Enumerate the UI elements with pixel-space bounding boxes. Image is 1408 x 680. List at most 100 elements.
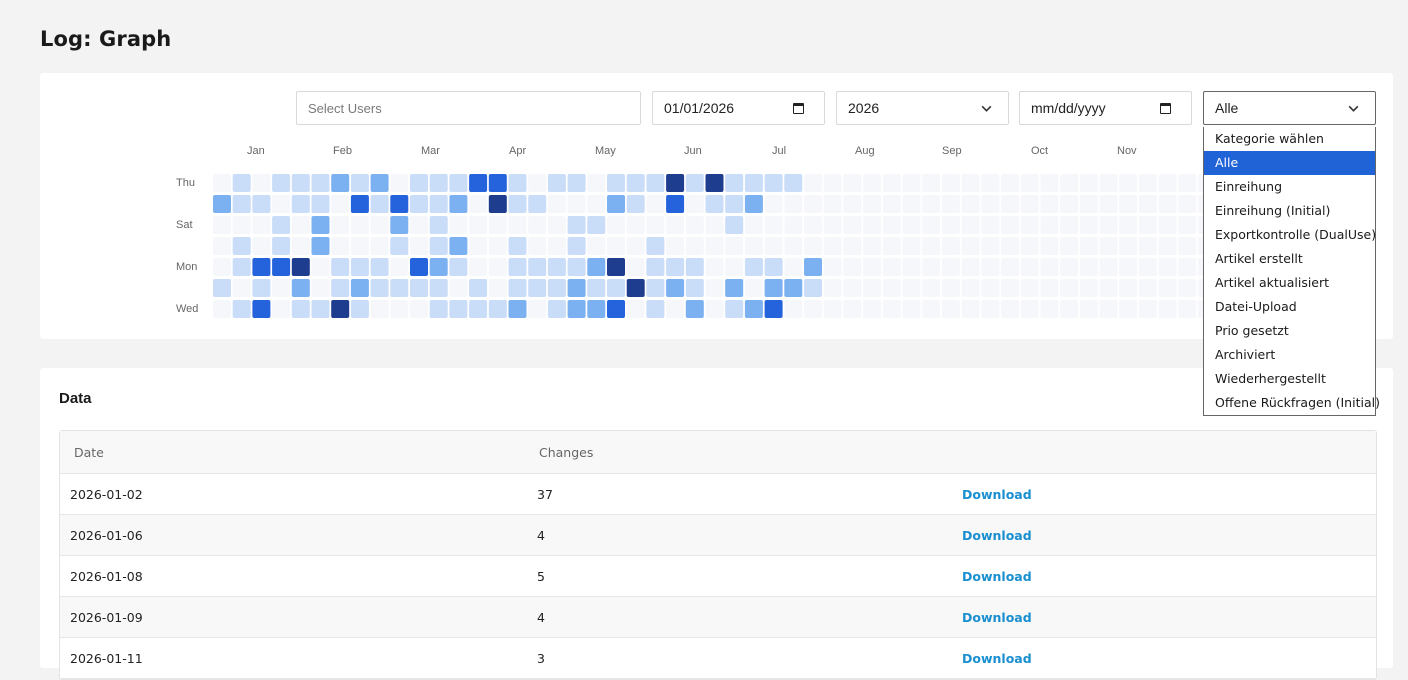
heatmap-cell xyxy=(744,174,763,192)
download-link[interactable]: Download xyxy=(962,487,1032,502)
column-header-date: Date xyxy=(74,445,104,460)
heatmap-cell xyxy=(528,258,547,276)
heatmap-cell xyxy=(567,258,586,276)
heatmap-cell xyxy=(213,279,231,297)
heatmap-cell xyxy=(902,279,921,297)
heatmap-cell xyxy=(804,174,822,192)
heatmap-cell xyxy=(272,258,291,276)
heatmap-cell xyxy=(1138,216,1157,234)
heatmap-cell xyxy=(922,216,941,234)
heatmap-cell xyxy=(1138,258,1157,276)
heatmap-cell xyxy=(1060,258,1079,276)
heatmap-cell xyxy=(626,174,645,192)
heatmap-cell xyxy=(213,300,231,318)
heatmap-cell xyxy=(1158,216,1177,234)
heatmap-cell xyxy=(488,174,507,192)
heatmap-cell xyxy=(587,258,606,276)
heatmap-cell xyxy=(941,195,960,213)
heatmap-cell xyxy=(390,258,409,276)
heatmap-cell xyxy=(823,216,842,234)
heatmap-cell xyxy=(764,195,783,213)
heatmap-cell xyxy=(488,216,507,234)
heatmap-cell xyxy=(961,300,980,318)
heatmap-cell xyxy=(449,237,468,255)
heatmap-cell xyxy=(1060,174,1079,192)
heatmap-cell xyxy=(1099,279,1118,297)
category-option[interactable]: Alle xyxy=(1204,151,1375,175)
heatmap-cell xyxy=(784,279,803,297)
category-option[interactable]: Artikel aktualisiert xyxy=(1204,271,1375,295)
heatmap-cell xyxy=(941,258,960,276)
heatmap-cell xyxy=(429,195,448,213)
heatmap-cell xyxy=(291,174,310,192)
category-option[interactable]: Artikel erstellt xyxy=(1204,247,1375,271)
download-link[interactable]: Download xyxy=(962,528,1032,543)
heatmap-cell xyxy=(626,237,645,255)
heatmap-cell xyxy=(607,300,625,318)
heatmap-cell xyxy=(232,195,251,213)
heatmap-cell xyxy=(390,279,409,297)
heatmap-cell xyxy=(469,216,488,234)
heatmap-cell xyxy=(882,258,901,276)
heatmap-cell xyxy=(902,237,921,255)
heatmap-cell xyxy=(350,174,369,192)
heatmap-cell xyxy=(626,279,645,297)
heatmap-cell xyxy=(705,279,724,297)
heatmap-cell xyxy=(272,195,291,213)
heatmap-cell xyxy=(646,174,665,192)
heatmap-cell xyxy=(1158,279,1177,297)
heatmap-cell xyxy=(547,237,566,255)
heatmap-cell xyxy=(941,279,960,297)
download-link[interactable]: Download xyxy=(962,610,1032,625)
heatmap-cell xyxy=(1178,195,1197,213)
heatmap-cell xyxy=(922,279,941,297)
heatmap-cell xyxy=(646,237,665,255)
heatmap-cell xyxy=(508,216,527,234)
category-option[interactable]: Exportkontrolle (DualUse) xyxy=(1204,223,1376,247)
heatmap-cell xyxy=(981,174,1000,192)
heatmap-cell xyxy=(213,237,231,255)
heatmap-cell xyxy=(508,258,527,276)
heatmap-cell xyxy=(390,300,409,318)
heatmap-cell xyxy=(272,237,291,255)
heatmap-cell xyxy=(685,174,704,192)
download-link[interactable]: Download xyxy=(962,569,1032,584)
heatmap-cell xyxy=(528,300,547,318)
heatmap-cell xyxy=(1158,300,1177,318)
heatmap-cell xyxy=(1178,279,1197,297)
heatmap-cell xyxy=(843,216,862,234)
heatmap-cell xyxy=(587,216,606,234)
table-row: 2026-01-06 4 Download xyxy=(60,515,1376,556)
heatmap-cell xyxy=(429,174,448,192)
category-option[interactable]: Einreihung xyxy=(1204,175,1375,199)
category-option[interactable]: Wiederhergestellt xyxy=(1204,367,1375,391)
table-row: 2026-01-08 5 Download xyxy=(60,556,1376,597)
heatmap-cell xyxy=(1060,216,1079,234)
heatmap-cell xyxy=(488,237,507,255)
heatmap-cell xyxy=(863,237,882,255)
heatmap-cell xyxy=(1001,258,1019,276)
category-option[interactable]: Offene Rückfragen (Initial) xyxy=(1204,391,1380,415)
row-changes: 4 xyxy=(537,528,545,543)
heatmap-cell xyxy=(1001,174,1019,192)
category-option[interactable]: Einreihung (Initial) xyxy=(1204,199,1375,223)
heatmap-cell xyxy=(941,300,960,318)
row-changes: 5 xyxy=(537,569,545,584)
heatmap-cell xyxy=(843,174,862,192)
heatmap-cell xyxy=(469,258,488,276)
heatmap-cell xyxy=(370,174,389,192)
heatmap-cell xyxy=(1040,279,1059,297)
heatmap-cell xyxy=(370,258,389,276)
category-option[interactable]: Prio gesetzt xyxy=(1204,319,1375,343)
heatmap-cell xyxy=(804,195,822,213)
heatmap-cell xyxy=(764,279,783,297)
heatmap-cell xyxy=(1178,258,1197,276)
category-option[interactable]: Kategorie wählen xyxy=(1204,127,1375,151)
table-header: Date Changes xyxy=(60,431,1376,474)
filter-card: Select Users 01/01/2026 2026 mm/dd/yyyy … xyxy=(40,73,1393,339)
heatmap-cell xyxy=(981,300,1000,318)
heatmap-cell xyxy=(922,195,941,213)
heatmap-cell xyxy=(410,237,428,255)
category-option[interactable]: Datei-Upload xyxy=(1204,295,1375,319)
category-option[interactable]: Archiviert xyxy=(1204,343,1375,367)
